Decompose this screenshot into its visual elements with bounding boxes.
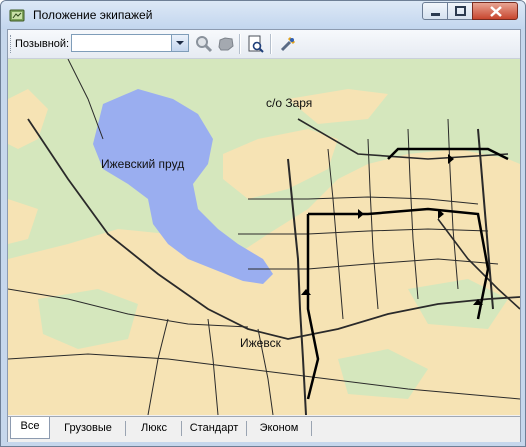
locate-button[interactable] [216,34,236,54]
chevron-down-icon [176,41,184,45]
settings-tool-icon [280,36,296,52]
maximize-icon [455,6,466,16]
print-preview-icon [248,35,264,53]
tab-all[interactable]: Все [10,417,50,439]
combobox-dropdown-button[interactable] [171,35,188,51]
tab-separator [246,421,247,436]
app-window: Положение экипажей Позывной: Ижевский пр… [0,0,526,447]
callsign-combobox[interactable] [71,34,189,52]
callsign-label: Позывной: [15,38,70,50]
filter-tabs: Все Грузовые Люкс Стандарт Эконом [8,416,520,442]
zarya-label: с/о Заря [266,96,313,110]
tab-separator [125,421,126,436]
tab-lux[interactable]: Люкс [128,419,180,438]
urban-areas [8,89,520,415]
toolbar-separator [239,34,241,54]
tab-standard[interactable]: Стандарт [184,419,244,438]
close-button[interactable] [472,2,518,20]
map-canvas[interactable] [8,59,520,415]
close-icon [490,6,502,17]
tab-economy[interactable]: Эконом [249,419,309,438]
tab-trucks[interactable]: Грузовые [54,419,122,438]
app-icon [9,9,25,22]
minimize-button[interactable] [422,2,448,20]
print-preview-button[interactable] [246,34,266,54]
toolbar-separator [270,34,272,54]
window-title: Положение экипажей [33,8,153,22]
map-view[interactable]: Ижевский пруд с/о Заря Ижевск [8,59,520,415]
title-bar[interactable]: Положение экипажей [1,1,525,29]
settings-tool-button[interactable] [278,34,298,54]
izhevsk-label: Ижевск [240,336,281,350]
tab-separator [311,421,312,436]
toolbar: Позывной: [8,30,520,59]
minimize-icon [431,13,440,16]
tab-separator [181,421,182,436]
client-area: Позывной: Ижевский пруд с/о Заря Ижевск … [7,29,521,442]
search-zoom-button[interactable] [194,34,214,54]
locate-icon [218,37,234,51]
maximize-button[interactable] [447,2,473,20]
pond-label: Ижевский пруд [101,157,185,171]
toolbar-grip[interactable] [10,35,14,53]
search-zoom-icon [196,36,213,53]
